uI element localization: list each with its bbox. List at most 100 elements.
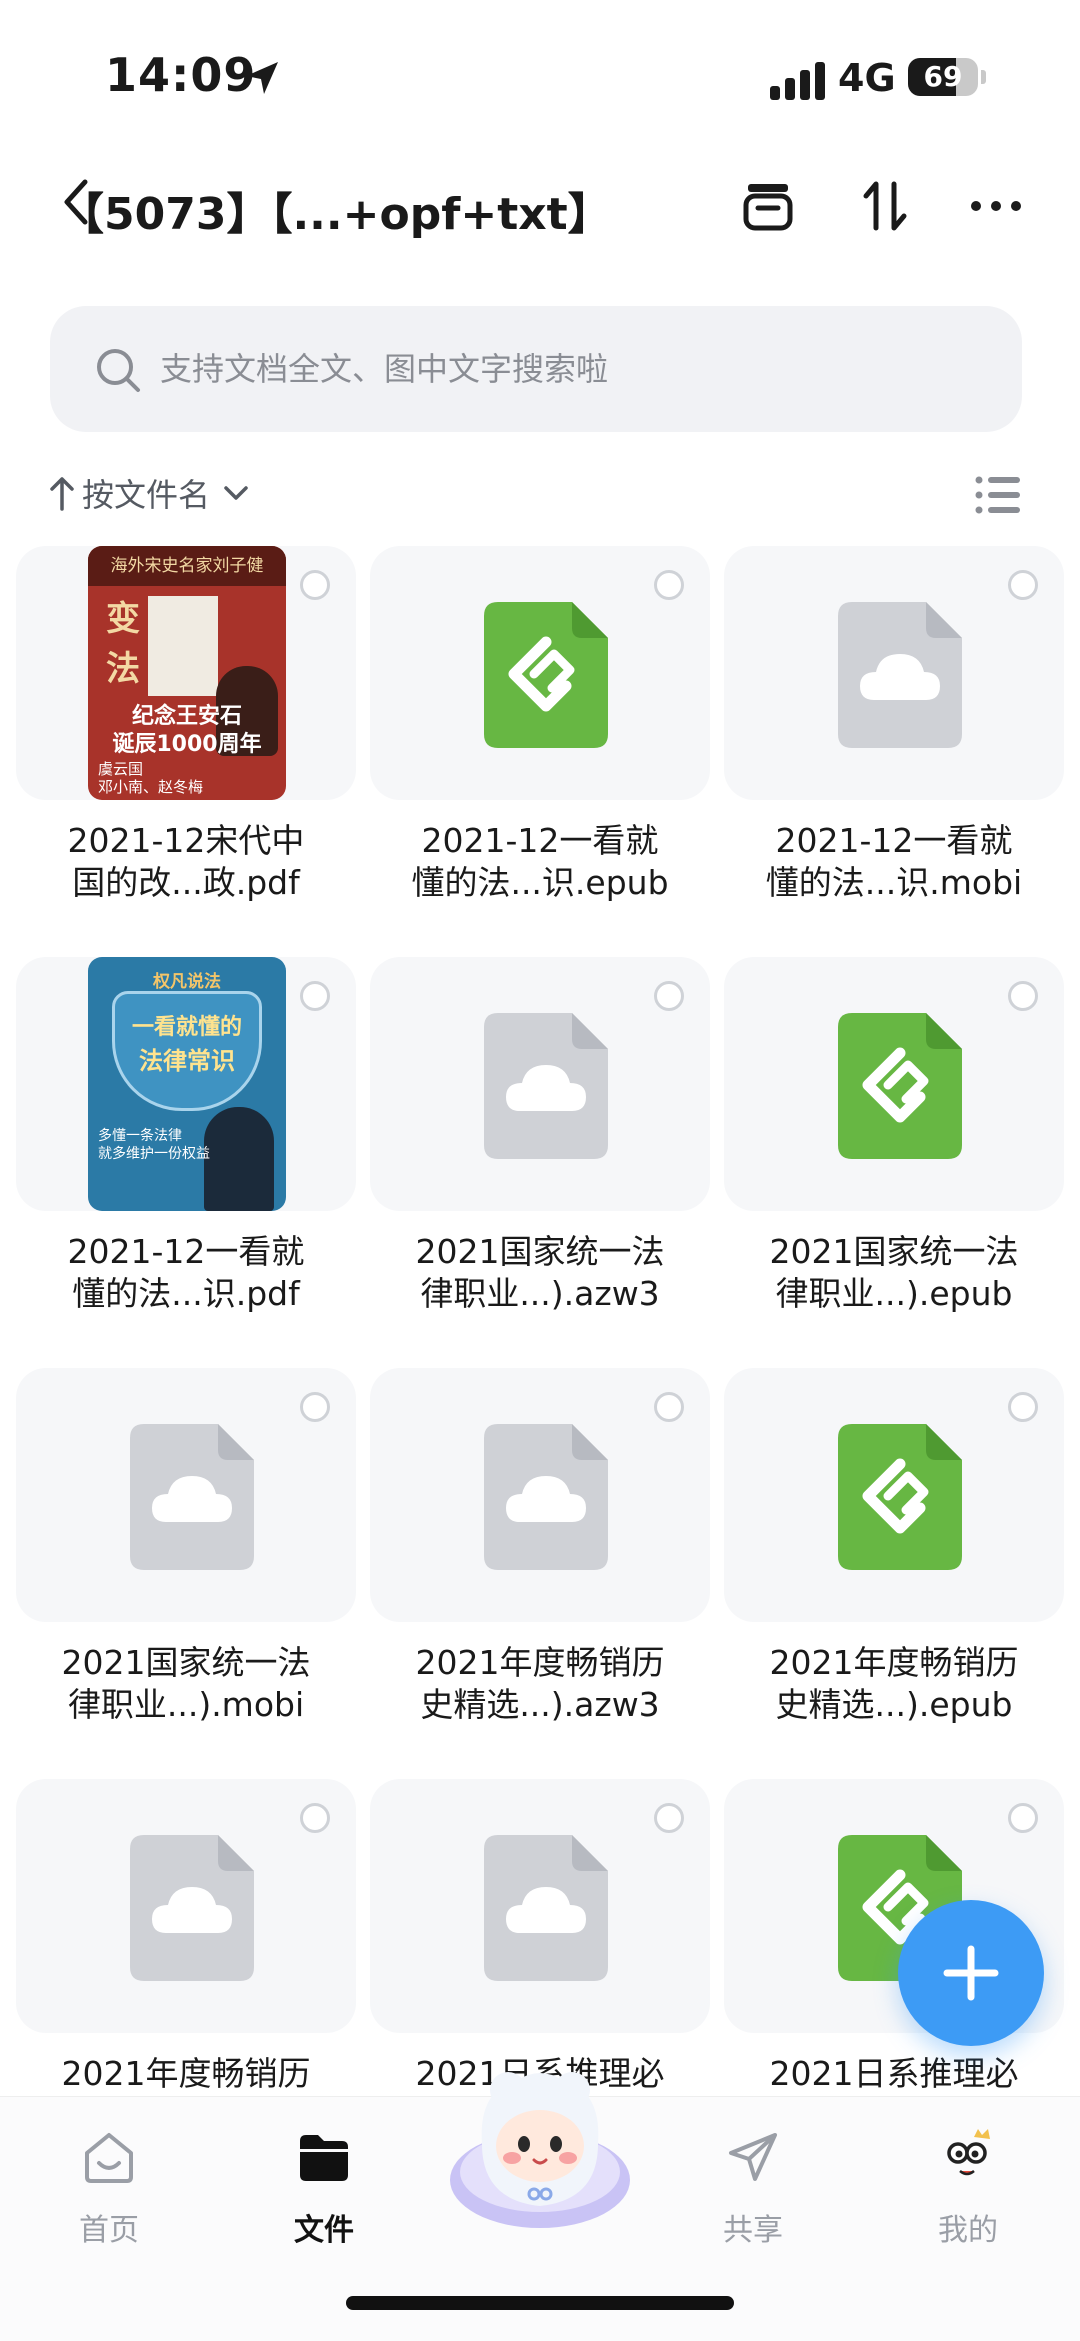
share-send-icon [729, 2133, 777, 2181]
file-item[interactable]: 2021-12一看就 懂的法...识.epub [370, 546, 710, 952]
tab-profile-label: 我的 [938, 2213, 998, 2248]
select-checkbox[interactable] [300, 570, 330, 600]
file-name: 2021-12一看就 懂的法...识.mobi [765, 821, 1023, 902]
file-name: 2021年度畅销历 史精选...).mobi [61, 2054, 311, 2093]
epub-file-icon [484, 602, 608, 748]
chevron-down-icon [224, 486, 248, 500]
select-checkbox[interactable] [1008, 1803, 1038, 1833]
select-checkbox[interactable] [654, 1392, 684, 1422]
cover-big-title: 变法 [106, 599, 140, 689]
file-item[interactable]: 2021年度畅销历 史精选...).epub [724, 1368, 1064, 1774]
file-item[interactable]: 2021-12一看就 懂的法...识.mobi [724, 546, 1064, 952]
battery-cap [981, 70, 986, 84]
cloud-file-icon [130, 1835, 254, 1981]
select-checkbox[interactable] [654, 981, 684, 1011]
network-type: 4G [838, 56, 896, 100]
file-thumbnail [370, 957, 710, 1211]
epub-file-icon [838, 1013, 962, 1159]
file-thumbnail [370, 546, 710, 800]
status-bar: 14:09 4G 69 [0, 0, 1080, 150]
search-icon [97, 349, 140, 392]
search-input[interactable] [160, 336, 980, 402]
select-checkbox[interactable] [300, 1803, 330, 1833]
file-item[interactable]: 2021年度畅销历 史精选...).azw3 [370, 1368, 710, 1774]
select-checkbox[interactable] [1008, 1392, 1038, 1422]
file-thumbnail [724, 1368, 1064, 1622]
cover-book-image [148, 596, 218, 696]
cloud-file-icon [838, 602, 962, 748]
book-cover-thumbnail: 海外宋史名家刘子健 变法 纪念王安石 诞辰1000周年 虞云国 邓小南、赵冬梅 [88, 546, 286, 800]
sort-arrows-icon[interactable] [856, 176, 916, 236]
tab-home-label: 首页 [79, 2213, 139, 2248]
cover-line1: 一看就懂的 [131, 1015, 242, 1040]
list-view-icon[interactable] [974, 474, 1022, 516]
file-item[interactable]: 2021年度畅销历 史精选...).mobi [16, 1779, 356, 2096]
status-time: 14:09 [105, 48, 257, 102]
file-name: 2021-12一看就 懂的法...识.epub [411, 821, 669, 902]
home-indicator [346, 2296, 734, 2310]
file-thumbnail [724, 546, 1064, 800]
mascot-assistant-icon[interactable] [438, 2060, 642, 2236]
cloud-file-icon [484, 1013, 608, 1159]
file-thumbnail [724, 957, 1064, 1211]
plus-icon [943, 1945, 999, 2001]
cloud-file-icon [484, 1424, 608, 1570]
file-name: 2021-12宋代中 国的改...政.pdf [67, 821, 305, 902]
file-thumbnail [370, 1779, 710, 2033]
tab-home[interactable]: 首页 [34, 2127, 184, 2267]
cloud-file-icon [484, 1835, 608, 1981]
file-item[interactable]: 2021国家统一法 律职业...).azw3 [370, 957, 710, 1363]
tab-files[interactable]: 文件 [249, 2127, 399, 2267]
epub-file-icon [838, 1424, 962, 1570]
cover-figure-image [204, 1107, 274, 1211]
cover-line2: 法律常识 [139, 1047, 235, 1075]
search-bar[interactable] [50, 306, 1022, 432]
select-checkbox[interactable] [654, 1803, 684, 1833]
page-title: 【5073】【...+opf+txt】 [60, 189, 612, 240]
add-button[interactable] [898, 1900, 1044, 2046]
select-checkbox[interactable] [300, 1392, 330, 1422]
location-arrow-icon [246, 62, 278, 94]
file-name: 2021国家统一法 律职业...).epub [769, 1232, 1019, 1313]
file-item[interactable]: 2021国家统一法 律职业...).mobi [16, 1368, 356, 1774]
sort-up-arrow-icon [50, 477, 74, 511]
select-checkbox[interactable] [300, 981, 330, 1011]
tab-profile[interactable]: 我的 [893, 2127, 1043, 2267]
tab-share[interactable]: 共享 [678, 2127, 828, 2267]
more-dots-icon[interactable] [966, 176, 1026, 236]
file-item[interactable]: 海外宋史名家刘子健 变法 纪念王安石 诞辰1000周年 虞云国 邓小南、赵冬梅 2021-… [16, 546, 356, 952]
file-grid: 海外宋史名家刘子健 变法 纪念王安石 诞辰1000周年 虞云国 邓小南、赵冬梅 2021-… [16, 546, 1068, 2096]
tab-files-label: 文件 [294, 2213, 354, 2248]
select-checkbox[interactable] [1008, 570, 1038, 600]
sort-selector[interactable]: 按文件名 [48, 468, 250, 518]
file-name: 2021年度畅销历 史精选...).azw3 [415, 1643, 665, 1724]
file-item[interactable]: 权凡说法一看就懂的法律常识多懂一条法律 就多维护一份权益 2021-12一看就 懂… [16, 957, 356, 1363]
tab-share-label: 共享 [723, 2213, 783, 2248]
archive-box-icon[interactable] [738, 176, 798, 236]
cover-top-text: 海外宋史名家刘子健 [88, 546, 286, 586]
file-name: 2021-12一看就 懂的法...识.pdf [67, 1232, 305, 1313]
signal-strength-icon [770, 62, 825, 100]
book-cover-thumbnail: 权凡说法一看就懂的法律常识多懂一条法律 就多维护一份权益 [88, 957, 286, 1211]
file-name: 2021国家统一法 律职业...).mobi [61, 1643, 311, 1724]
file-thumbnail: 权凡说法一看就懂的法律常识多懂一条法律 就多维护一份权益 [16, 957, 356, 1211]
select-checkbox[interactable] [1008, 981, 1038, 1011]
file-thumbnail [16, 1368, 356, 1622]
cover-top-text: 权凡说法 [153, 972, 221, 992]
file-thumbnail [370, 1368, 710, 1622]
cover-line2: 诞辰1000周年 [112, 732, 262, 757]
select-checkbox[interactable] [654, 570, 684, 600]
cover-line3: 多懂一条法律 就多维护一份权益 [98, 1128, 210, 1162]
cloud-file-icon [130, 1424, 254, 1570]
battery-icon: 69 [908, 58, 978, 96]
battery-level: 69 [923, 60, 963, 93]
file-thumbnail: 海外宋史名家刘子健 变法 纪念王安石 诞辰1000周年 虞云国 邓小南、赵冬梅 [16, 546, 356, 800]
file-name: 2021日系推理必 读严选...).epub [769, 2054, 1019, 2093]
sort-label: 按文件名 [82, 476, 211, 514]
profile-face-icon [947, 2129, 990, 2176]
file-thumbnail [16, 1779, 356, 2033]
file-name: 2021国家统一法 律职业...).azw3 [415, 1232, 665, 1313]
file-item[interactable]: 2021国家统一法 律职业...).epub [724, 957, 1064, 1363]
cover-line3: 虞云国 邓小南、赵冬梅 [98, 760, 204, 796]
file-item[interactable]: 2021日系推理必 读严选...).azw3 [370, 1779, 710, 2096]
